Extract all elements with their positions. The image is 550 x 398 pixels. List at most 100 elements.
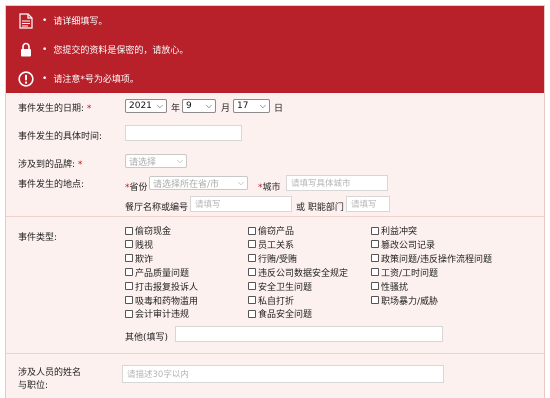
checkbox-label: 吸毒和药物滥用 [135, 296, 199, 307]
checkbox-label: 欺诈 [135, 254, 154, 265]
checkbox-box[interactable] [248, 240, 256, 249]
notice-text: 您提交的资料是保密的，请放心。 [53, 46, 189, 56]
checkbox-box[interactable] [371, 282, 379, 291]
checkbox-label: 违反公司数据安全规定 [258, 268, 349, 279]
event-type-checkbox[interactable]: 性骚扰 [371, 280, 408, 293]
notice-row-confidential: • 您提交的资料是保密的，请放心。 [6, 35, 544, 64]
province-label: *省份 [125, 183, 148, 193]
checkbox-box[interactable] [125, 296, 133, 304]
chevron-down-icon: ⌵ [156, 101, 163, 110]
checkbox-label: 偷窃现金 [135, 227, 172, 237]
checkbox-label: 工资/工时问题 [381, 268, 439, 279]
divider [6, 216, 544, 217]
event-type-checkbox[interactable]: 篡改公司记录 [371, 238, 435, 251]
notice-row-required: • 请注意*号为必填项。 [6, 64, 544, 93]
location-label: 事件发生的地点: [18, 180, 85, 190]
event-type-checkbox[interactable]: 政策问题/违反操作流程问题 [371, 252, 492, 265]
checkbox-label: 性骚扰 [381, 282, 409, 293]
event-type-checkbox[interactable]: 职场暴力/威胁 [371, 294, 438, 307]
checkbox-box[interactable] [125, 268, 133, 277]
checkbox-box[interactable] [125, 309, 133, 318]
checkbox-label: 政策问题/违反操作流程问题 [381, 254, 493, 265]
checkbox-box[interactable] [125, 254, 133, 263]
checkbox-label: 行贿/受贿 [258, 254, 298, 265]
brand-label: 涉及到的品牌: * [18, 160, 83, 170]
event-type-checkbox[interactable]: 会计审计违规 [125, 307, 189, 320]
checkbox-label: 产品质量问题 [135, 268, 190, 279]
persons-input[interactable]: 请描述30字以内 [122, 365, 444, 383]
checkbox-label: 利益冲突 [381, 227, 418, 237]
brand-select[interactable]: 请选择 ⌵ [125, 154, 187, 168]
chevron-down-icon: ⌵ [259, 101, 266, 110]
checkbox-box[interactable] [371, 296, 379, 304]
other-label: 其他(填写) [125, 333, 169, 343]
bullet: • [42, 44, 48, 55]
event-type-checkbox[interactable]: 私自打折 [248, 294, 294, 307]
checkbox-label: 篡改公司记录 [381, 240, 436, 251]
city-label: *城市 [258, 183, 281, 193]
event-type-checkbox[interactable]: 工资/工时问题 [371, 266, 438, 279]
date-label: 事件发生的日期: * [18, 104, 92, 114]
event-type-checkbox[interactable]: 利益冲突 [371, 224, 417, 237]
notice-row-detail: • 请详细填写。 [6, 6, 544, 35]
event-type-checkbox[interactable]: 行贿/受贿 [248, 252, 297, 265]
checkbox-label: 私自打折 [258, 296, 295, 307]
province-select[interactable]: 请选择所在省/市 ⌵ [149, 176, 248, 190]
event-type-checkbox[interactable]: 安全卫生问题 [248, 280, 312, 293]
city-input[interactable]: 请填写具体城市 [286, 175, 388, 191]
event-type-checkbox[interactable]: 欺诈 [125, 252, 153, 265]
restaurant-input[interactable]: 请填写 [190, 196, 292, 212]
event-type-checkbox[interactable]: 员工关系 [248, 238, 294, 251]
event-type-checkbox[interactable]: 打击报复投诉人 [125, 280, 198, 293]
checkbox-box[interactable] [371, 254, 379, 263]
checkbox-label: 安全卫生问题 [258, 282, 313, 293]
time-input[interactable] [125, 125, 242, 141]
persons-label-line1: 涉及人员的姓名 [18, 368, 82, 378]
document-icon [18, 12, 34, 29]
bullet: • [42, 15, 48, 26]
year-select[interactable]: 2021 ⌵ [125, 99, 167, 113]
checkbox-box[interactable] [248, 254, 256, 263]
department-input[interactable]: 请填写 [346, 196, 390, 212]
checkbox-label: 会计审计违规 [135, 310, 190, 321]
event-type-checkbox[interactable]: 贱视 [125, 238, 153, 251]
month-select[interactable]: 9 ⌵ [182, 99, 216, 113]
day-unit: 日 [274, 104, 284, 114]
checkbox-box[interactable] [125, 282, 133, 291]
lock-icon [18, 42, 34, 58]
event-type-checkbox[interactable]: 违反公司数据安全规定 [248, 266, 348, 279]
year-unit: 年 [171, 104, 181, 114]
checkbox-box[interactable] [371, 226, 379, 235]
checkbox-label: 食品安全问题 [258, 310, 313, 321]
event-type-checkbox[interactable]: 产品质量问题 [125, 266, 189, 279]
checkbox-box[interactable] [125, 226, 133, 235]
alert-icon [18, 70, 34, 87]
checkbox-box[interactable] [248, 282, 256, 291]
checkbox-box[interactable] [248, 309, 256, 318]
checkbox-box[interactable] [248, 268, 256, 277]
chevron-down-icon: ⌵ [176, 156, 183, 165]
restaurant-label: 餐厅名称或编号 [125, 203, 189, 213]
bullet: • [42, 73, 48, 84]
checkbox-box[interactable] [371, 268, 379, 277]
notice-banner: • 请详细填写。 • 您提交的资料是保密的，请放心。 • 请注意*号为必填项。 [6, 6, 544, 93]
event-type-checkbox[interactable]: 食品安全问题 [248, 307, 312, 320]
checkbox-box[interactable] [125, 240, 133, 249]
chevron-down-icon: ⌵ [205, 101, 212, 110]
divider [6, 353, 544, 354]
checkbox-label: 职场暴力/威胁 [381, 296, 439, 307]
other-input[interactable] [175, 326, 443, 342]
department-label: 或 职能部门 [296, 203, 344, 213]
checkbox-box[interactable] [371, 240, 379, 249]
checkbox-label: 打击报复投诉人 [135, 282, 199, 293]
event-type-checkbox[interactable]: 吸毒和药物滥用 [125, 294, 198, 307]
checkbox-box[interactable] [248, 296, 256, 304]
chevron-down-icon: ⌵ [237, 178, 244, 187]
checkbox-box[interactable] [248, 226, 256, 235]
day-select[interactable]: 17 ⌵ [233, 99, 270, 113]
event-type-checkbox[interactable]: 偷窃现金 [125, 224, 171, 237]
persons-label-line2: 与职位: [18, 381, 49, 391]
event-type-checkbox[interactable]: 偷窃产品 [248, 224, 294, 237]
time-label: 事件发生的具体时间: [18, 132, 103, 142]
checkbox-label: 贱视 [135, 240, 154, 251]
